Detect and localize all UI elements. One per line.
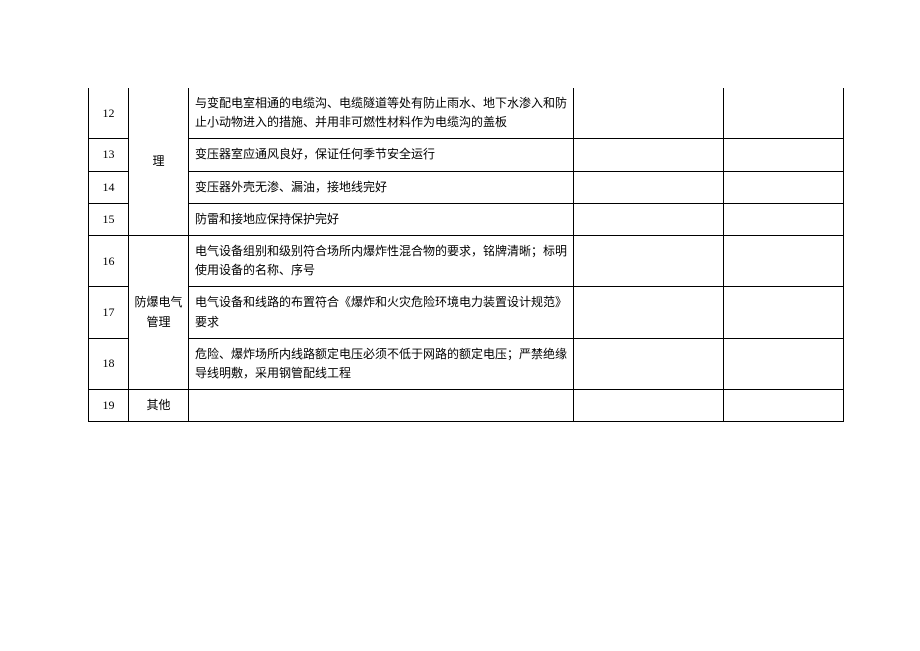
content-cell: 电气设备和线路的布置符合《爆炸和火灾危险环境电力装置设计规范》要求 xyxy=(189,287,574,338)
check-cell-2 xyxy=(724,203,844,235)
content-cell: 与变配电室相通的电缆沟、电缆隧道等处有防止雨水、地下水渗入和防止小动物进入的措施… xyxy=(189,88,574,139)
content-cell xyxy=(189,390,574,422)
check-cell-1 xyxy=(574,88,724,139)
check-cell-2 xyxy=(724,139,844,171)
table-row: 19 其他 xyxy=(89,390,844,422)
content-cell: 变压器外壳无渗、漏油，接地线完好 xyxy=(189,171,574,203)
check-cell-2 xyxy=(724,88,844,139)
check-cell-2 xyxy=(724,390,844,422)
row-number: 18 xyxy=(89,338,129,389)
check-cell-1 xyxy=(574,171,724,203)
row-number: 15 xyxy=(89,203,129,235)
check-cell-1 xyxy=(574,390,724,422)
table-container: 12 理 与变配电室相通的电缆沟、电缆隧道等处有防止雨水、地下水渗入和防止小动物… xyxy=(88,88,844,422)
category-cell: 理 xyxy=(129,88,189,235)
content-cell: 危险、爆炸场所内线路额定电压必须不低于网路的额定电压；严禁绝缘导线明敷，采用钢管… xyxy=(189,338,574,389)
row-number: 12 xyxy=(89,88,129,139)
check-cell-2 xyxy=(724,338,844,389)
row-number: 17 xyxy=(89,287,129,338)
check-cell-2 xyxy=(724,171,844,203)
row-number: 14 xyxy=(89,171,129,203)
category-cell: 防爆电气管理 xyxy=(129,235,189,389)
check-cell-1 xyxy=(574,287,724,338)
inspection-table: 12 理 与变配电室相通的电缆沟、电缆隧道等处有防止雨水、地下水渗入和防止小动物… xyxy=(88,88,844,422)
document-page: 12 理 与变配电室相通的电缆沟、电缆隧道等处有防止雨水、地下水渗入和防止小动物… xyxy=(0,0,920,651)
content-cell: 防雷和接地应保持保护完好 xyxy=(189,203,574,235)
table-row: 13 变压器室应通风良好，保证任何季节安全运行 xyxy=(89,139,844,171)
check-cell-1 xyxy=(574,203,724,235)
content-cell: 电气设备组别和级别符合场所内爆炸性混合物的要求，铭牌清晰；标明使用设备的名称、序… xyxy=(189,235,574,286)
table-row: 17 电气设备和线路的布置符合《爆炸和火灾危险环境电力装置设计规范》要求 xyxy=(89,287,844,338)
table-row: 12 理 与变配电室相通的电缆沟、电缆隧道等处有防止雨水、地下水渗入和防止小动物… xyxy=(89,88,844,139)
table-row: 16 防爆电气管理 电气设备组别和级别符合场所内爆炸性混合物的要求，铭牌清晰；标… xyxy=(89,235,844,286)
check-cell-2 xyxy=(724,287,844,338)
check-cell-1 xyxy=(574,139,724,171)
check-cell-2 xyxy=(724,235,844,286)
table-row: 18 危险、爆炸场所内线路额定电压必须不低于网路的额定电压；严禁绝缘导线明敷，采… xyxy=(89,338,844,389)
row-number: 13 xyxy=(89,139,129,171)
table-row: 14 变压器外壳无渗、漏油，接地线完好 xyxy=(89,171,844,203)
row-number: 16 xyxy=(89,235,129,286)
table-row: 15 防雷和接地应保持保护完好 xyxy=(89,203,844,235)
check-cell-1 xyxy=(574,338,724,389)
category-cell: 其他 xyxy=(129,390,189,422)
content-cell: 变压器室应通风良好，保证任何季节安全运行 xyxy=(189,139,574,171)
check-cell-1 xyxy=(574,235,724,286)
row-number: 19 xyxy=(89,390,129,422)
